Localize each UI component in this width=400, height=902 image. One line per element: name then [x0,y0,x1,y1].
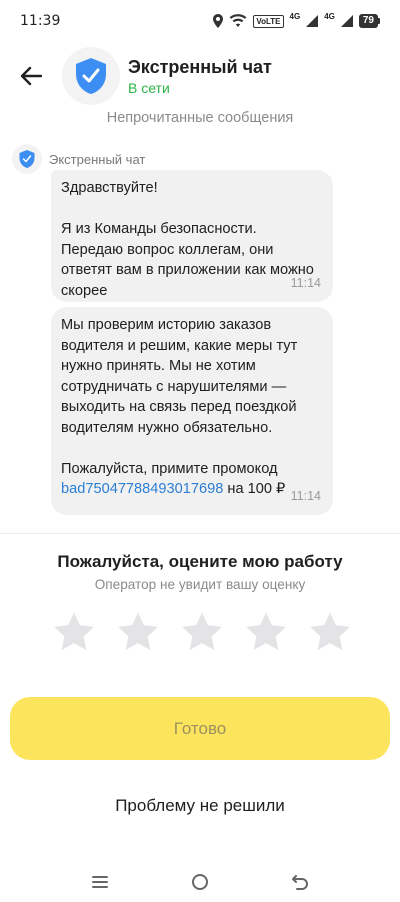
message-text: Здравствуйте! Я из Команды безопасности.… [61,180,314,299]
chat-title: Экстренный чат [128,56,272,77]
back-arrow-icon [292,875,308,890]
recent-apps-button[interactable] [82,864,118,900]
message-text-tail: на 100 ₽ [223,481,286,497]
back-nav-button[interactable] [282,864,318,900]
signal-icon [340,15,353,27]
star-5-button[interactable] [308,610,352,654]
menu-icon [92,876,108,888]
battery-level: 79 [358,14,378,28]
promo-code-link[interactable]: bad75047788493017698 [61,481,223,497]
star-rating [52,610,352,654]
rating-title: Пожалуйста, оцените мою работу [57,552,343,571]
star-4-button[interactable] [244,610,288,654]
star-icon [118,612,158,651]
sender-name: Экстренный чат [49,151,146,167]
star-icon [310,612,350,651]
star-icon [54,612,94,651]
signal-icon [306,15,319,27]
rating-subtitle: Оператор не увидит вашу оценку [94,577,306,592]
location-icon [213,14,224,28]
star-3-button[interactable] [180,610,224,654]
online-status: В сети [128,79,170,96]
status-time: 11:39 [20,13,61,29]
message-bubble[interactable]: Здравствуйте! Я из Команды безопасности.… [51,170,333,302]
message-text: Мы проверим историю заказов водителя и р… [61,315,321,500]
wifi-icon [229,14,247,28]
battery-icon: 79 [358,14,380,28]
avatar [62,47,120,105]
shield-check-icon [19,150,35,168]
network-label-2: 4G [324,11,335,21]
message-bubble[interactable]: Мы проверим историю заказов водителя и р… [51,307,333,515]
shield-check-icon [76,58,106,94]
volte-badge: VoLTE [253,14,284,28]
message-time: 11:14 [290,488,321,503]
unread-divider: Непрочитанные сообщения [106,110,294,126]
home-button[interactable] [182,864,218,900]
network-label-1: 4G [289,11,301,21]
rating-section: Пожалуйста, оцените мою работу Оператор … [0,533,400,651]
star-1-button[interactable] [52,610,96,654]
problem-not-solved-button[interactable]: Проблему не решили [0,796,400,816]
status-icons: VoLTE 4G 4G 79 [213,11,380,28]
circle-icon [192,874,208,890]
message-text-body: Мы проверим историю заказов водителя и р… [61,317,298,477]
status-bar: 11:39 VoLTE 4G 4G 79 [0,0,400,42]
sender-avatar [12,144,42,174]
chat-header: Экстренный чат В сети [0,42,400,110]
star-icon [246,612,286,651]
star-icon [182,612,222,651]
done-button[interactable]: Готово [10,697,390,760]
star-2-button[interactable] [116,610,160,654]
system-nav-bar [0,862,400,902]
arrow-left-icon [20,66,42,86]
back-button[interactable] [0,46,62,106]
message-time: 11:14 [290,275,321,290]
